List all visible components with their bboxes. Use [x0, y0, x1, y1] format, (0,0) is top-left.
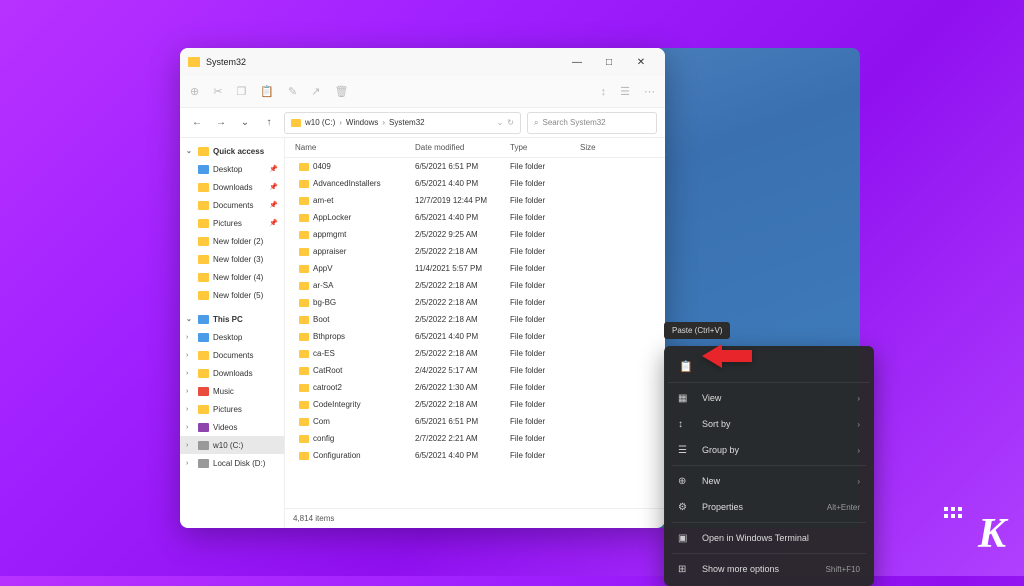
file-rows: 04096/5/2021 6:51 PMFile folderAdvancedI… — [285, 158, 665, 508]
crumb-system32[interactable]: System32 — [389, 118, 425, 127]
ctx-more[interactable]: ⊞Show more optionsShift+F10 — [668, 556, 870, 582]
search-placeholder: Search System32 — [542, 118, 605, 127]
forward-button[interactable]: → — [212, 114, 230, 132]
column-headers[interactable]: Name Date modified Type Size — [285, 138, 665, 158]
minimize-button[interactable]: — — [561, 48, 593, 76]
sidebar-item[interactable]: ›Documents — [180, 346, 284, 364]
address-row: ← → ⌄ ↑ w10 (C:) › Windows › System32 ⌄ … — [180, 108, 665, 138]
sidebar-item[interactable]: Documents📌 — [180, 196, 284, 214]
share-icon[interactable]: ↗ — [311, 85, 320, 98]
sidebar-item[interactable]: ›Downloads — [180, 364, 284, 382]
file-row[interactable]: ca-ES2/5/2022 2:18 AMFile folder — [285, 345, 665, 362]
file-row[interactable]: Boot2/5/2022 2:18 AMFile folder — [285, 311, 665, 328]
sidebar-item[interactable]: New folder (3) — [180, 250, 284, 268]
file-row[interactable]: 04096/5/2021 6:51 PMFile folder — [285, 158, 665, 175]
sidebar-item[interactable]: ›w10 (C:) — [180, 436, 284, 454]
file-row[interactable]: am-et12/7/2019 12:44 PMFile folder — [285, 192, 665, 209]
new-button[interactable]: ⊕ — [190, 85, 199, 98]
view-icon[interactable]: ☰ — [620, 85, 630, 98]
drive-icon — [291, 119, 301, 127]
sort-icon[interactable]: ↕ — [601, 86, 607, 98]
col-name[interactable]: Name — [285, 143, 415, 152]
sidebar-item[interactable]: New folder (2) — [180, 232, 284, 250]
col-modified[interactable]: Date modified — [415, 143, 510, 152]
file-row[interactable]: appraiser2/5/2022 2:18 AMFile folder — [285, 243, 665, 260]
col-type[interactable]: Type — [510, 143, 580, 152]
ctx-group[interactable]: ☰Group by› — [668, 437, 870, 463]
sidebar-item[interactable]: ⌄Quick access — [180, 142, 284, 160]
more-icon[interactable]: ⋯ — [644, 85, 655, 98]
window-title: System32 — [206, 57, 561, 67]
more-icon: ⊞ — [678, 564, 692, 575]
sidebar-item[interactable]: Desktop📌 — [180, 160, 284, 178]
rename-icon[interactable]: ✎ — [288, 85, 297, 98]
close-button[interactable]: ✕ — [625, 48, 657, 76]
file-row[interactable]: appmgmt2/5/2022 9:25 AMFile folder — [285, 226, 665, 243]
terminal-icon: ▣ — [678, 533, 692, 544]
paste-tooltip: Paste (Ctrl+V) — [664, 322, 730, 339]
file-row[interactable]: config2/7/2022 2:21 AMFile folder — [285, 430, 665, 447]
watermark-logo: K — [978, 510, 1006, 558]
file-list-pane: Name Date modified Type Size 04096/5/202… — [285, 138, 665, 528]
sidebar-item[interactable]: ›Local Disk (D:) — [180, 454, 284, 472]
sort-icon: ↕ — [678, 419, 692, 430]
back-button[interactable]: ← — [188, 114, 206, 132]
plus-icon: ⊕ — [678, 476, 692, 487]
sidebar-item[interactable]: New folder (4) — [180, 268, 284, 286]
sidebar-item[interactable]: Pictures📌 — [180, 214, 284, 232]
file-row[interactable]: Com6/5/2021 6:51 PMFile folder — [285, 413, 665, 430]
delete-icon[interactable]: 🗑 — [334, 85, 348, 98]
ctx-sort[interactable]: ↕Sort by› — [668, 411, 870, 437]
sidebar-item[interactable]: ›Desktop — [180, 328, 284, 346]
file-row[interactable]: CatRoot2/4/2022 5:17 AMFile folder — [285, 362, 665, 379]
grid-icon: ▦ — [678, 393, 692, 404]
file-row[interactable]: AppLocker6/5/2021 4:40 PMFile folder — [285, 209, 665, 226]
sidebar-item[interactable]: ›Music — [180, 382, 284, 400]
copy-icon[interactable]: ❐ — [236, 85, 246, 98]
up-button[interactable]: ↑ — [260, 114, 278, 132]
annotation-arrow — [702, 342, 752, 370]
group-icon: ☰ — [678, 445, 692, 456]
logo-dots — [944, 507, 962, 518]
sidebar-item[interactable]: ›Pictures — [180, 400, 284, 418]
sidebar-item[interactable]: ⌄This PC — [180, 310, 284, 328]
maximize-button[interactable]: □ — [593, 48, 625, 76]
nav-sidebar: ⌄Quick accessDesktop📌Downloads📌Documents… — [180, 138, 285, 528]
ctx-paste-icon[interactable]: 📋 — [674, 354, 698, 378]
crumb-drive[interactable]: w10 (C:) — [305, 118, 335, 127]
context-menu: 📋 ▦View› ↕Sort by› ☰Group by› ⊕New› ⚙Pro… — [664, 346, 874, 586]
search-input[interactable]: ⌕ Search System32 — [527, 112, 657, 134]
status-bar: 4,814 items — [285, 508, 665, 528]
file-row[interactable]: AppV11/4/2021 5:57 PMFile folder — [285, 260, 665, 277]
ctx-view[interactable]: ▦View› — [668, 385, 870, 411]
file-row[interactable]: AdvancedInstallers6/5/2021 4:40 PMFile f… — [285, 175, 665, 192]
properties-icon: ⚙ — [678, 502, 692, 513]
context-icon-row: 📋 — [668, 350, 870, 383]
item-count: 4,814 items — [293, 514, 334, 523]
command-toolbar: ⊕ ✂ ❐ 📋 ✎ ↗ 🗑 ↕ ☰ ⋯ — [180, 76, 665, 108]
folder-icon — [188, 57, 200, 67]
desktop-wallpaper: System32 — □ ✕ ⊕ ✂ ❐ 📋 ✎ ↗ 🗑 ↕ ☰ ⋯ ← → ⌄… — [180, 48, 860, 528]
sidebar-item[interactable]: ›Videos — [180, 418, 284, 436]
col-size[interactable]: Size — [580, 143, 620, 152]
sidebar-item[interactable]: Downloads📌 — [180, 178, 284, 196]
paste-icon[interactable]: 📋 — [260, 85, 274, 98]
ctx-terminal[interactable]: ▣Open in Windows Terminal — [668, 525, 870, 551]
recent-button[interactable]: ⌄ — [236, 114, 254, 132]
file-row[interactable]: catroot22/6/2022 1:30 AMFile folder — [285, 379, 665, 396]
file-row[interactable]: ar-SA2/5/2022 2:18 AMFile folder — [285, 277, 665, 294]
crumb-windows[interactable]: Windows — [346, 118, 378, 127]
ctx-properties[interactable]: ⚙PropertiesAlt+Enter — [668, 494, 870, 520]
cut-icon[interactable]: ✂ — [213, 85, 222, 98]
search-icon: ⌕ — [534, 118, 538, 128]
file-row[interactable]: Bthprops6/5/2021 4:40 PMFile folder — [285, 328, 665, 345]
sidebar-item[interactable]: New folder (5) — [180, 286, 284, 304]
file-row[interactable]: bg-BG2/5/2022 2:18 AMFile folder — [285, 294, 665, 311]
file-row[interactable]: CodeIntegrity2/5/2022 2:18 AMFile folder — [285, 396, 665, 413]
ctx-new[interactable]: ⊕New› — [668, 468, 870, 494]
titlebar[interactable]: System32 — □ ✕ — [180, 48, 665, 76]
explorer-window: System32 — □ ✕ ⊕ ✂ ❐ 📋 ✎ ↗ 🗑 ↕ ☰ ⋯ ← → ⌄… — [180, 48, 665, 528]
address-bar[interactable]: w10 (C:) › Windows › System32 ⌄ ↻ — [284, 112, 521, 134]
file-row[interactable]: Configuration6/5/2021 4:40 PMFile folder — [285, 447, 665, 464]
